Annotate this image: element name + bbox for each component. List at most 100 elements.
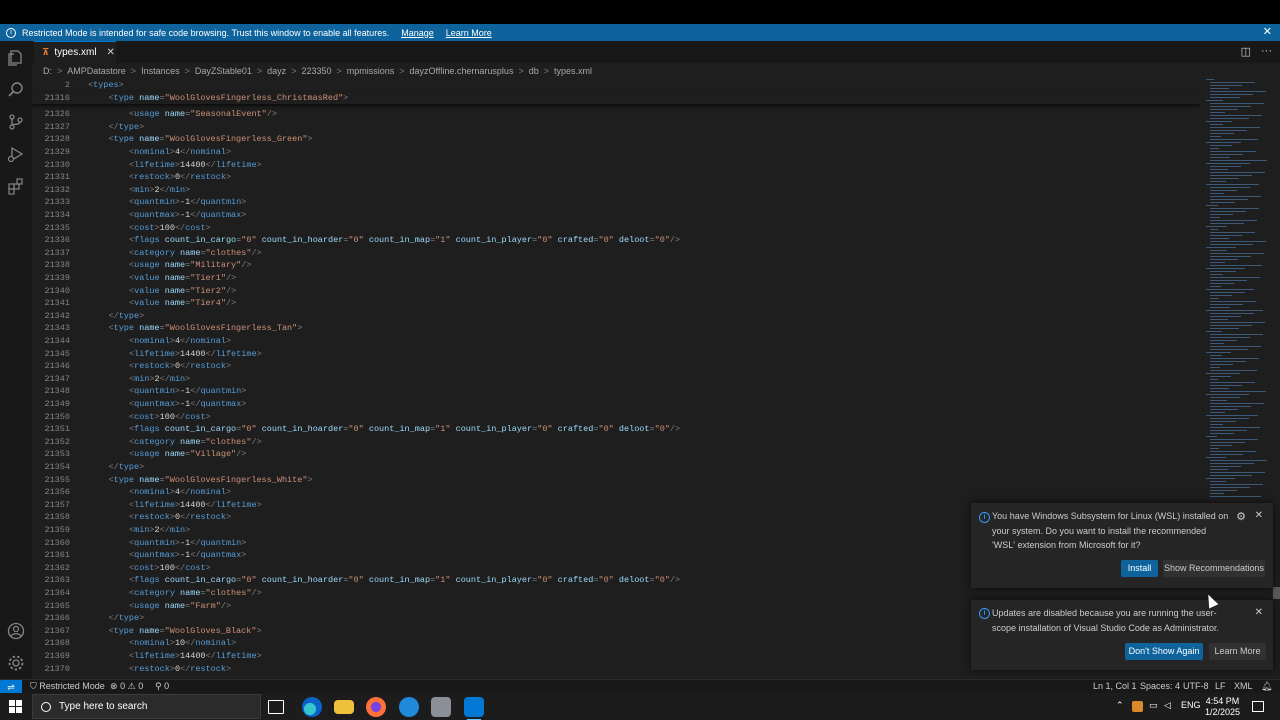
close-icon[interactable]: ✕ <box>1255 510 1263 521</box>
code-line[interactable]: 21349 <quantmax>-1</quantmax> <box>32 398 1200 411</box>
line-endings[interactable]: LF <box>1215 680 1226 693</box>
file-explorer-icon[interactable] <box>334 700 354 714</box>
manage-link[interactable]: Manage <box>401 28 434 38</box>
firefox-icon[interactable] <box>366 697 386 717</box>
run-debug-icon[interactable] <box>7 145 25 163</box>
gear-icon[interactable]: ⚙ <box>1236 510 1246 523</box>
code-token: type <box>118 462 140 472</box>
breadcrumb-segment[interactable]: mpmissions <box>347 66 395 76</box>
code-line[interactable]: 21328 <type name="WoolGlovesFingerless_Gr… <box>32 133 1200 146</box>
indentation[interactable]: Spaces: 4 <box>1140 680 1180 693</box>
ports-status[interactable]: ⚲ 0 <box>155 680 169 693</box>
code-line[interactable]: 21330 <lifetime>14400</lifetime> <box>32 159 1200 172</box>
code-line[interactable]: 21352 <category name="clothes"/> <box>32 436 1200 449</box>
app-icon[interactable] <box>431 697 451 717</box>
code-line[interactable]: 21342 </type> <box>32 310 1200 323</box>
code-line[interactable]: 21351 <flags count_in_cargo="0" count_in_… <box>32 423 1200 436</box>
restricted-mode-status[interactable]: ⛉ Restricted Mode <box>30 680 105 693</box>
extensions-icon[interactable] <box>7 177 25 195</box>
code-line[interactable]: 21346 <restock>0</restock> <box>32 360 1200 373</box>
code-line[interactable]: 21364 <category name="clothes"/> <box>32 587 1200 600</box>
code-line[interactable]: 21331 <restock>0</restock> <box>32 171 1200 184</box>
code-line[interactable]: 21329 <nominal>4</nominal> <box>32 146 1200 159</box>
code-line[interactable]: 21327 </type> <box>32 121 1200 134</box>
code-line[interactable]: 21326 <usage name="SeasonalEvent"/> <box>32 108 1200 121</box>
notifications-bell-icon[interactable]: 🔔︎ <box>1261 680 1272 693</box>
tab-types-xml[interactable]: ⊼ types.xml ✕ <box>34 41 116 63</box>
code-line[interactable]: 21350 <cost>100</cost> <box>32 411 1200 424</box>
code-line[interactable]: 21337 <category name="clothes"/> <box>32 247 1200 260</box>
close-icon[interactable]: ✕ <box>1263 25 1272 38</box>
code-line[interactable]: 21340 <value name="Tier2"/> <box>32 285 1200 298</box>
code-line[interactable]: 21348 <quantmin>-1</quantmin> <box>32 385 1200 398</box>
cursor-position[interactable]: Ln 1, Col 1 <box>1093 680 1137 693</box>
split-editor-icon[interactable]: ◫ <box>1241 45 1251 58</box>
learn-more-link[interactable]: Learn More <box>446 28 492 38</box>
code-line[interactable]: 21341 <value name="Tier4"/> <box>32 297 1200 310</box>
code-line[interactable]: 21333 <quantmin>-1</quantmin> <box>32 196 1200 209</box>
breadcrumb-segment[interactable]: DayZStable01 <box>195 66 252 76</box>
search-icon[interactable] <box>7 81 25 99</box>
close-icon[interactable]: ✕ <box>1255 607 1263 618</box>
breadcrumb-segment[interactable]: db <box>529 66 539 76</box>
code-line[interactable]: 21339 <value name="Tier1"/> <box>32 272 1200 285</box>
notification-center-icon[interactable] <box>1252 701 1264 712</box>
code-line[interactable]: 21335 <cost>100</cost> <box>32 222 1200 235</box>
code-line[interactable]: 21354 </type> <box>32 461 1200 474</box>
sticky-scroll-line[interactable]: 2 <types> <box>32 79 1200 92</box>
language-indicator[interactable]: ENG <box>1181 700 1201 710</box>
code-line[interactable]: 21338 <usage name="Military"/> <box>32 259 1200 272</box>
breadcrumb-segment[interactable]: D: <box>43 66 52 76</box>
tray-app-icon[interactable] <box>1132 701 1143 712</box>
source-control-icon[interactable] <box>7 113 25 131</box>
task-view-icon[interactable] <box>268 700 284 714</box>
breadcrumb-segment[interactable]: AMPDatastore <box>67 66 126 76</box>
learn-more-button[interactable]: Learn More <box>1209 643 1266 660</box>
code-line[interactable]: 21347 <min>2</min> <box>32 373 1200 386</box>
gear-icon[interactable] <box>7 654 25 672</box>
scrollbar[interactable] <box>1272 79 1280 679</box>
install-button[interactable]: Install <box>1121 560 1158 577</box>
scrollbar-thumb[interactable] <box>1273 587 1280 599</box>
code-line[interactable]: 21353 <usage name="Village"/> <box>32 448 1200 461</box>
more-actions-icon[interactable]: ··· <box>1261 45 1272 58</box>
remote-icon[interactable]: ⇌ <box>0 680 22 694</box>
breadcrumb-segment[interactable]: dayz <box>267 66 286 76</box>
breadcrumb-segment[interactable]: types.xml <box>554 66 592 76</box>
encoding[interactable]: UTF-8 <box>1183 680 1209 693</box>
breadcrumb-segment[interactable]: dayzOffline.chernarusplus <box>410 66 514 76</box>
breadcrumb-segment[interactable]: Instances <box>141 66 180 76</box>
minimap[interactable] <box>1200 79 1272 679</box>
sticky-scroll-line[interactable]: 21316 <type name="WoolGlovesFingerless_Ch… <box>32 91 1200 105</box>
code-line[interactable]: 21356 <nominal>4</nominal> <box>32 486 1200 499</box>
account-icon[interactable] <box>7 622 25 640</box>
code-token: > <box>185 525 191 535</box>
problems-status[interactable]: ⊗ 0 ⚠ 0 <box>110 680 143 693</box>
network-icon[interactable]: ▭ <box>1149 700 1158 711</box>
code-line[interactable]: 21343 <type name="WoolGlovesFingerless_Ta… <box>32 322 1200 335</box>
code-editor[interactable]: 2 <types> 21316 <type name="WoolGlovesFinge… <box>32 79 1200 679</box>
volume-icon[interactable]: ◁ <box>1164 700 1171 711</box>
dont-show-again-button[interactable]: Don't Show Again <box>1125 643 1203 660</box>
code-line[interactable]: 21344 <nominal>4</nominal> <box>32 335 1200 348</box>
code-line[interactable]: 21336 <flags count_in_cargo="0" count_in_… <box>32 234 1200 247</box>
chevron-up-icon[interactable]: ⌃ <box>1116 700 1124 711</box>
show-recommendations-button[interactable]: Show Recommendations <box>1163 560 1265 577</box>
app-icon[interactable] <box>399 697 419 717</box>
code-token: type <box>113 625 135 636</box>
code-line[interactable]: 21355 <type name="WoolGlovesFingerless_Wh… <box>32 474 1200 487</box>
explorer-icon[interactable] <box>7 49 25 67</box>
language-mode[interactable]: XML <box>1234 680 1253 693</box>
breadcrumb-segment[interactable]: 223350 <box>301 66 331 76</box>
edge-browser-icon[interactable] <box>302 697 322 717</box>
code-line[interactable]: 21334 <quantmax>-1</quantmax> <box>32 209 1200 222</box>
taskbar-search-input[interactable]: Type here to search <box>32 694 261 719</box>
code-token: "WoolGlovesFingerless_Green" <box>164 134 308 145</box>
code-line[interactable]: 21332 <min>2</min> <box>32 184 1200 197</box>
code-line[interactable]: 21345 <lifetime>14400</lifetime> <box>32 348 1200 361</box>
code-token: restock <box>190 663 226 674</box>
vscode-icon[interactable] <box>464 697 484 720</box>
close-icon[interactable]: ✕ <box>107 47 115 58</box>
windows-start-icon[interactable] <box>9 700 22 713</box>
clock[interactable]: 4:54 PM 1/2/2025 <box>1205 696 1240 718</box>
